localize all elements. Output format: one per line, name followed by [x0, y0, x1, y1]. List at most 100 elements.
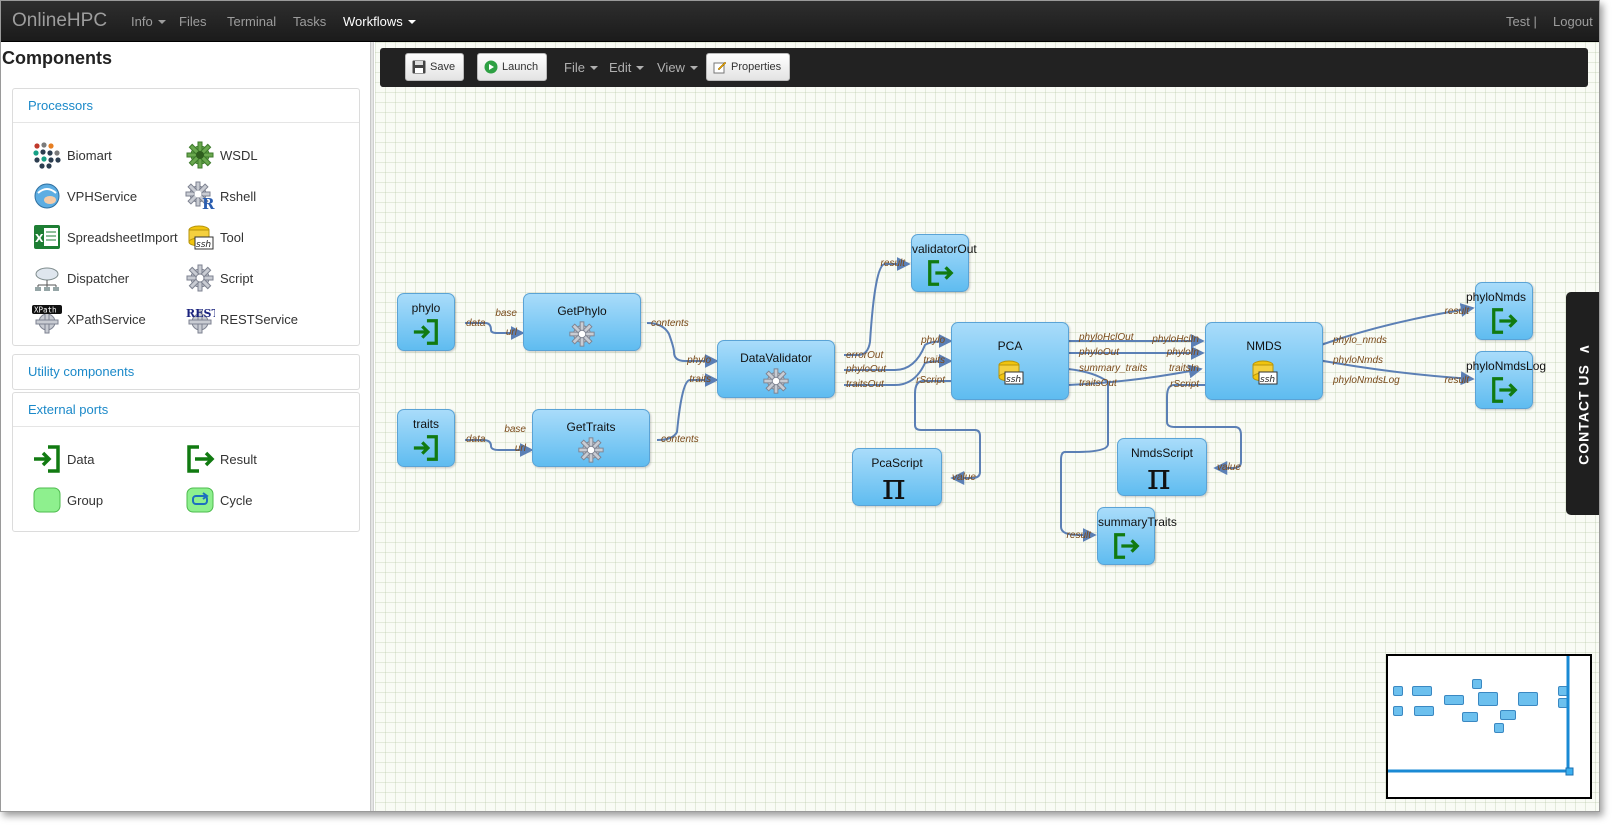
user-name[interactable]: Test | [1506, 14, 1537, 29]
nav-terminal[interactable]: Terminal [227, 14, 276, 29]
nav-tasks[interactable]: Tasks [293, 14, 326, 29]
rest-gear-icon: REST [183, 302, 217, 336]
port-label: value [1217, 462, 1241, 473]
component-script[interactable]: Script [183, 261, 253, 295]
node-phylonmdslog-result[interactable]: phyloNmdsLog [1466, 351, 1546, 409]
svg-text:REST: REST [186, 307, 215, 320]
script-gear-icon [183, 261, 217, 295]
components-panel: Components Processors Biomart WSDL VPHSe… [1, 42, 371, 811]
workflow-minimap[interactable] [1386, 654, 1592, 799]
biomart-icon [30, 138, 64, 172]
gear-icon [568, 320, 596, 351]
port-label: contents [661, 434, 699, 445]
node-label: traits [412, 417, 439, 431]
port-label: errorOut [846, 350, 884, 361]
wsdl-gear-icon [183, 138, 217, 172]
node-summarytraits-result[interactable]: summaryTraits [1097, 507, 1177, 565]
svg-text:π: π [1147, 457, 1171, 495]
node-label: NMDS [1246, 339, 1282, 353]
components-title: Components [2, 48, 112, 68]
contact-us-tab[interactable]: CONTACT US ∧ [1566, 292, 1599, 515]
node-nmdsscript[interactable]: NmdsScript π [1117, 438, 1207, 498]
port-label: result [1066, 530, 1091, 541]
utility-header[interactable]: Utility components [13, 355, 359, 389]
node-label: summaryTraits [1098, 515, 1177, 529]
component-result[interactable]: Result [183, 442, 257, 476]
port-label: rScript [916, 375, 945, 386]
result-output-icon [1490, 376, 1518, 407]
port-label: summary_traits [1079, 363, 1148, 374]
gear-icon [577, 436, 605, 467]
result-output-icon [926, 259, 954, 290]
nav-info[interactable]: Info [131, 14, 166, 29]
result-output-icon [1112, 532, 1140, 563]
nav-workflows[interactable]: Workflows [343, 14, 416, 29]
node-gettraits[interactable]: GetTraits [532, 409, 650, 467]
minimap-viewport[interactable] [1388, 656, 1590, 797]
panel-splitter[interactable] [371, 42, 374, 811]
node-validatorout-result[interactable]: validatorOut [911, 234, 977, 292]
wire-error-validatorout [844, 257, 911, 356]
port-label: phyloIn [1166, 347, 1199, 358]
node-datavalidator[interactable]: DataValidator [717, 340, 835, 398]
chevron-up-icon: ∧ [1575, 342, 1592, 354]
node-pcascript[interactable]: PcaScript π [852, 448, 942, 508]
component-cycle[interactable]: Cycle [183, 483, 253, 517]
node-phylo-input[interactable]: phylo [397, 293, 455, 351]
wire-gettraits-validator [656, 373, 719, 441]
top-navbar: OnlineHPC Info Files Terminal Tasks Work… [1, 1, 1599, 42]
port-label: result [1444, 375, 1469, 386]
component-rshell[interactable]: R Rshell [183, 179, 256, 213]
gear-icon [762, 367, 790, 398]
component-vphservice[interactable]: VPHService [30, 179, 137, 213]
logout-link[interactable]: Logout [1553, 14, 1593, 29]
node-phylonmds-result[interactable]: phyloNmds [1466, 282, 1533, 340]
component-spreadsheetimport[interactable]: X SpreadsheetImport [30, 220, 178, 254]
component-restservice[interactable]: REST RESTService [183, 302, 298, 336]
port-label: phyloOut [846, 364, 887, 375]
brand-logo[interactable]: OnlineHPC [12, 10, 107, 32]
result-output-icon [183, 442, 217, 476]
dispatcher-icon [30, 261, 64, 295]
component-label: RESTService [220, 311, 299, 327]
svg-text:π: π [882, 467, 906, 505]
component-label: Tool [220, 229, 244, 245]
component-tool[interactable]: ssh Tool [183, 220, 244, 254]
node-getphylo[interactable]: GetPhylo [523, 293, 641, 351]
component-label: SpreadsheetImport [67, 229, 178, 245]
component-label: VPHService [67, 188, 138, 204]
component-dispatcher[interactable]: Dispatcher [30, 261, 129, 295]
app-window: OnlineHPC Info Files Terminal Tasks Work… [0, 0, 1600, 812]
data-input-icon [412, 318, 440, 349]
component-label: Group [67, 492, 104, 508]
port-label: value [952, 472, 976, 483]
node-traits-input[interactable]: traits [397, 409, 455, 467]
contact-us-label: CONTACT US ∧ [1575, 342, 1592, 465]
component-xpathservice[interactable]: XPath XPathService [30, 302, 146, 336]
component-group[interactable]: Group [30, 483, 103, 517]
nav-files[interactable]: Files [179, 14, 206, 29]
vph-service-icon [30, 179, 64, 213]
port-label: traits [689, 374, 711, 385]
node-label: validatorOut [912, 242, 977, 256]
node-nmds[interactable]: NMDS ssh [1205, 322, 1323, 400]
pi-script-icon: π [1145, 455, 1179, 498]
node-pca[interactable]: PCA ssh [951, 322, 1069, 400]
xpath-gear-icon: XPath [30, 302, 64, 336]
port-label: phyloHclOut [1079, 332, 1134, 343]
processors-header[interactable]: Processors [13, 89, 359, 123]
port-label: traitsOut [1079, 378, 1117, 389]
port-label: url [514, 443, 526, 454]
component-label: Dispatcher [67, 270, 130, 286]
component-label: Biomart [67, 147, 112, 163]
port-label: phyloHclIn [1152, 334, 1199, 345]
port-label: url [505, 327, 517, 338]
external-ports-section: External ports Data Result Group Cycle [12, 392, 360, 532]
external-ports-header[interactable]: External ports [13, 393, 359, 427]
component-wsdl[interactable]: WSDL [183, 138, 258, 172]
component-data[interactable]: Data [30, 442, 94, 476]
port-label: base [504, 424, 526, 435]
node-label: DataValidator [740, 351, 812, 365]
component-biomart[interactable]: Biomart [30, 138, 112, 172]
ssh-tool-icon: ssh [1249, 357, 1279, 390]
